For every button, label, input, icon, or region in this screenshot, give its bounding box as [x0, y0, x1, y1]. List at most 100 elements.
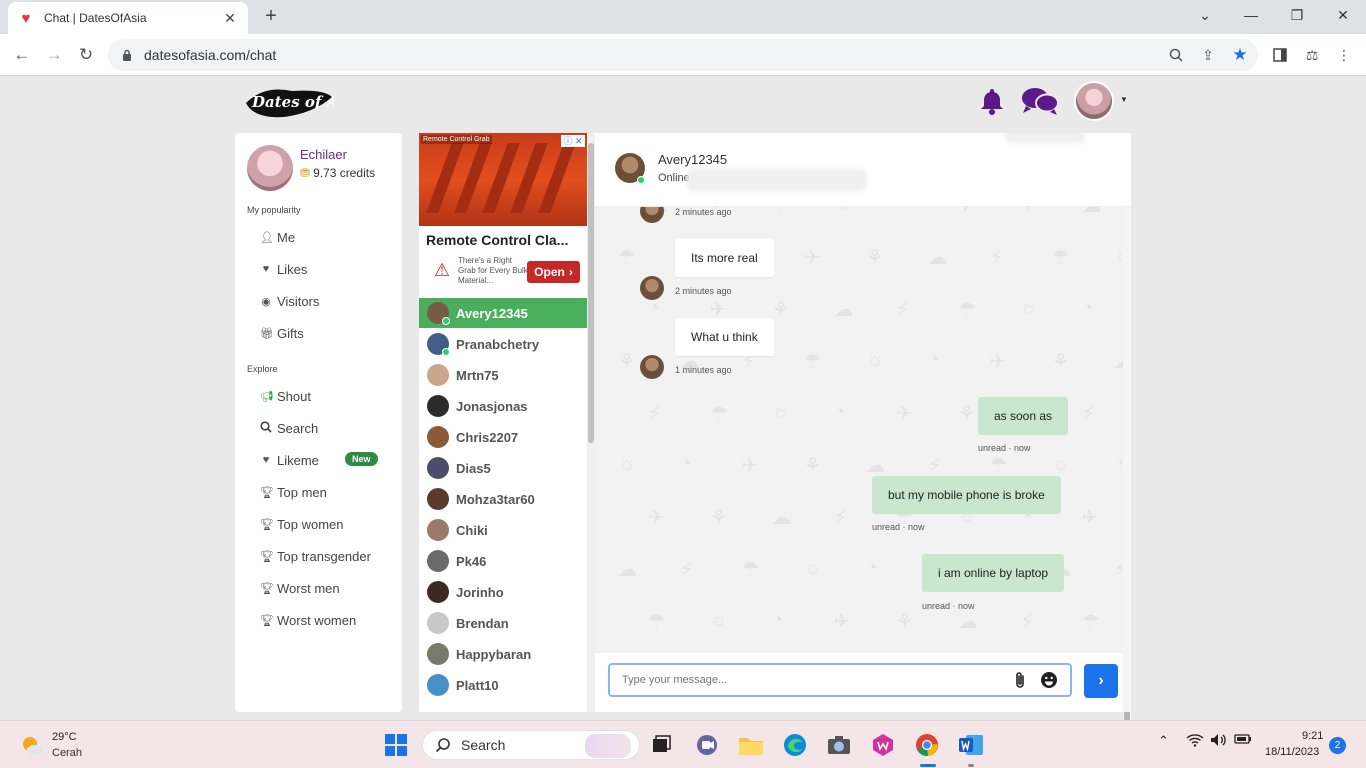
contact-item[interactable]: Platt10 — [419, 670, 587, 700]
sidebar-item-likeme[interactable]: ♥ Likeme — [260, 451, 319, 469]
contact-item[interactable]: Pranabchetry — [419, 329, 587, 359]
chat-scrollbar[interactable] — [1123, 207, 1131, 730]
chat-bubbles-icon[interactable] — [1020, 83, 1060, 119]
reload-icon[interactable]: ↻ — [74, 43, 98, 67]
sidebar-item-gifts[interactable]: 🎁︎ Gifts — [260, 324, 304, 342]
back-icon[interactable]: ← — [10, 43, 34, 67]
sidebar-item-label: Shout — [277, 388, 311, 404]
browser-tab[interactable]: ♥ Chat | DatesOfAsia ✕ — [8, 2, 248, 34]
volume-icon[interactable] — [1210, 733, 1228, 750]
minimize-icon[interactable]: — — [1228, 0, 1274, 30]
caret-down-icon[interactable]: ▼ — [1120, 95, 1128, 104]
restore-icon[interactable]: ❐ — [1274, 0, 1320, 30]
extension-icon[interactable]: ⚖ — [1300, 43, 1324, 67]
profile-name[interactable]: Echilaer — [300, 147, 347, 162]
contact-item[interactable]: Avery12345 — [419, 298, 587, 328]
advertisement[interactable]: Remote Control Grab ⓘ ✕ Remote Control C… — [419, 133, 587, 298]
sidebar-item-top-men[interactable]: 🏆︎ Top men — [260, 483, 327, 501]
tab-title: Chat | DatesOfAsia — [44, 11, 147, 25]
bookmark-star-icon[interactable]: ★ — [1228, 43, 1252, 67]
heart-icon: ♥ — [262, 263, 270, 275]
user-avatar[interactable] — [1074, 81, 1114, 121]
contact-avatar — [427, 333, 450, 356]
chevron-right-icon: › — [568, 265, 573, 279]
background-doodle-icon: ☼ — [771, 401, 790, 423]
close-window-icon[interactable]: ✕ — [1320, 0, 1366, 30]
contact-avatar — [427, 581, 449, 603]
tab-close-icon[interactable]: ✕ — [222, 10, 238, 27]
contact-item[interactable]: Jonasjonas — [419, 391, 587, 421]
sidebar-item-me[interactable]: 👤︎ Me — [260, 228, 295, 246]
sidebar-item-search[interactable]: Search — [260, 419, 318, 437]
contact-item[interactable]: Pk46 — [419, 546, 587, 576]
teams-chat-icon[interactable] — [692, 730, 722, 760]
clock-date[interactable]: 18/11/2023 — [1265, 746, 1319, 758]
partner-name[interactable]: Avery12345 — [658, 152, 727, 167]
chrome-browser-icon[interactable] — [912, 730, 942, 760]
sidebar-item-label: Visitors — [277, 293, 320, 309]
notification-count-badge[interactable]: 2 — [1329, 737, 1346, 754]
contact-item[interactable]: Brendan — [419, 608, 587, 638]
send-button[interactable]: › — [1084, 664, 1118, 698]
message-status: unread · now — [872, 522, 925, 532]
weather-sun-cloud-icon[interactable] — [20, 733, 44, 757]
contact-item[interactable]: Chiki — [419, 515, 587, 545]
online-indicator — [442, 317, 450, 325]
contact-name: Pranabchetry — [456, 336, 540, 352]
forward-icon[interactable]: → — [42, 43, 66, 67]
edge-browser-icon[interactable] — [780, 730, 810, 760]
contacts-scrollbar[interactable] — [587, 133, 595, 712]
sidebar-item-worst-men[interactable]: 🏆︎ Worst men — [260, 579, 340, 597]
zoom-icon[interactable] — [1164, 43, 1188, 67]
background-doodle-icon: ⚘ — [865, 247, 884, 269]
contact-item[interactable]: Happybaran — [419, 639, 587, 669]
bell-icon[interactable] — [974, 83, 1010, 119]
sidebar-item-top-women[interactable]: 🏆︎ Top women — [260, 515, 343, 533]
contact-avatar — [427, 395, 449, 417]
file-explorer-icon[interactable] — [736, 730, 766, 760]
taskbar-search[interactable]: Search — [422, 730, 640, 760]
url-field[interactable]: datesofasia.com/chat — [108, 39, 1258, 71]
tab-search-chevron-icon[interactable]: ⌄ — [1182, 0, 1228, 30]
contact-item[interactable]: Mohza3tar60 — [419, 484, 587, 514]
word-icon[interactable] — [956, 730, 986, 760]
sidebar-item-shout[interactable]: 📢︎ Shout — [260, 387, 311, 405]
contact-item[interactable]: Mrtn75 — [419, 360, 587, 390]
sidebar-item-likes[interactable]: ♥ Likes — [260, 260, 308, 278]
weather-temperature[interactable]: 29°C — [52, 731, 77, 743]
weather-condition[interactable]: Cerah — [52, 747, 82, 759]
site-logo[interactable]: Dates of Asia — [244, 81, 362, 121]
contact-item[interactable]: Jorinho — [419, 577, 587, 607]
windows-start-icon[interactable] — [381, 730, 411, 760]
contact-item[interactable]: Dias5 — [419, 453, 587, 483]
sidebar-item-visitors[interactable]: ◉ Visitors — [260, 292, 319, 310]
share-icon[interactable]: ⇪ — [1196, 43, 1220, 67]
trophy-icon: 🏆︎ — [260, 486, 274, 499]
camera-icon[interactable] — [824, 730, 854, 760]
ad-image[interactable]: Remote Control Grab ⓘ ✕ — [419, 133, 587, 226]
paperclip-icon[interactable] — [1013, 671, 1029, 689]
ad-title[interactable]: Remote Control Cla... — [426, 232, 568, 248]
message-input[interactable] — [608, 663, 1072, 697]
lock-icon — [122, 49, 134, 61]
new-tab-button[interactable]: + — [260, 6, 282, 28]
wps-office-icon[interactable] — [868, 730, 898, 760]
clock-time[interactable]: 9:21 — [1302, 730, 1323, 742]
ad-open-button[interactable]: Open › — [527, 261, 580, 283]
browser-menu-icon[interactable]: ⋮ — [1332, 43, 1356, 67]
emoji-icon[interactable] — [1040, 671, 1058, 689]
battery-icon[interactable] — [1234, 733, 1252, 748]
contact-name: Pk46 — [456, 553, 487, 569]
sidebar-item-worst-women[interactable]: 🏆︎ Worst women — [260, 611, 356, 629]
trophy-icon: 🏆︎ — [260, 550, 274, 563]
task-view-icon[interactable] — [646, 730, 676, 760]
trophy-icon: 🏆︎ — [260, 582, 274, 595]
wifi-icon[interactable] — [1186, 733, 1204, 750]
contact-item[interactable]: Chris2207 — [419, 422, 587, 452]
sidebar-item-top-transgender[interactable]: 🏆︎ Top transgender — [260, 547, 371, 565]
profile-avatar[interactable] — [247, 145, 293, 191]
side-panel-icon[interactable] — [1268, 43, 1292, 67]
show-hidden-icons-icon[interactable]: ⌃ — [1158, 733, 1169, 749]
ad-close-icon[interactable]: ⓘ ✕ — [561, 135, 585, 147]
partner-message-avatar — [640, 355, 664, 379]
